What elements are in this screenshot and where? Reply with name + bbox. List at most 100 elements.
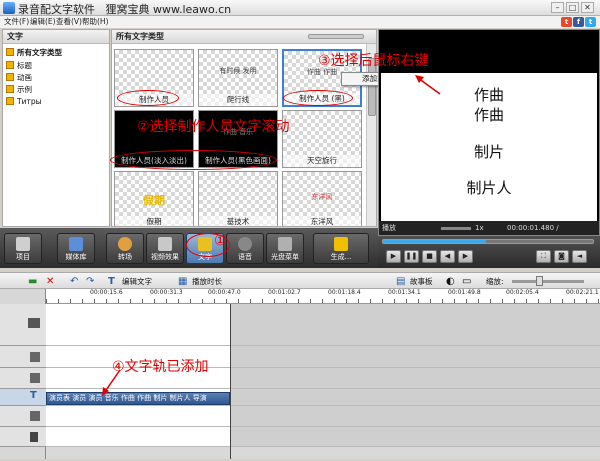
menu-view[interactable]: 查看(V): [56, 16, 82, 28]
fullscreen-button[interactable]: ⛶: [536, 250, 551, 263]
disc-menu-button[interactable]: 光盘菜单: [266, 233, 304, 264]
minimize-button[interactable]: –: [551, 2, 564, 13]
video-track-header[interactable]: [0, 304, 46, 346]
overlay-track-header[interactable]: [0, 368, 46, 389]
text-thumb-oriental[interactable]: 东洋风 东洋风: [282, 171, 362, 226]
category-all[interactable]: 所有文字类型: [6, 47, 62, 58]
menu-edit[interactable]: 编辑(E): [30, 16, 56, 28]
category-example[interactable]: 示例: [6, 84, 32, 95]
redo-icon[interactable]: ↷: [86, 273, 94, 290]
delete-icon[interactable]: ✕: [46, 273, 54, 290]
play-button[interactable]: ▶: [386, 250, 401, 263]
media-library-button[interactable]: 媒体库: [57, 233, 95, 264]
next-frame-button[interactable]: ▶: [458, 250, 473, 263]
timeline-cursor[interactable]: [230, 304, 231, 459]
text-thumb-sky-flight[interactable]: 天空旋行: [282, 110, 362, 168]
annotation-arrows: [102, 369, 121, 396]
category-titry[interactable]: Титры: [6, 96, 42, 107]
share-icon[interactable]: t: [561, 17, 572, 27]
player-controls: ▶ ❚❚ ■ ◀ ▶ ⛶ ◙ ◄: [378, 236, 600, 268]
stop-button[interactable]: ■: [422, 250, 437, 263]
voice-track-icon: [30, 432, 38, 442]
thumb-label: 天空旋行: [283, 155, 361, 167]
transition-button[interactable]: 转场: [106, 233, 144, 264]
speed-slider[interactable]: [441, 227, 471, 230]
undo-icon[interactable]: ↶: [70, 273, 78, 290]
project-button[interactable]: 项目: [4, 233, 42, 264]
video-track[interactable]: [46, 304, 230, 346]
zoom-slider[interactable]: [512, 280, 584, 283]
audio-icon[interactable]: ◐: [446, 273, 455, 290]
disc-menu-label: 光盘菜单: [271, 253, 299, 261]
menu-help[interactable]: 帮助(H): [82, 16, 109, 28]
ruler-tick: 00:00:31.3: [150, 289, 183, 296]
time-ruler[interactable]: 00:00:15.6 00:00:31.3 00:00:47.0 00:01:0…: [46, 289, 600, 304]
effect-icon: [158, 237, 172, 251]
menu-bar: 文件(F) 编辑(E) 查看(V) 帮助(H): [0, 16, 600, 28]
thumb-size-slider[interactable]: [308, 34, 364, 39]
add-track-icon[interactable]: ▬: [28, 273, 37, 290]
thumb-preview-text: 有时候 发明: [219, 67, 257, 75]
preview-line: 作曲: [473, 106, 504, 124]
video-effect-button[interactable]: 视频效果: [146, 233, 184, 264]
transition-icon: [118, 237, 132, 251]
text-thumb-holiday[interactable]: 假期 假期: [114, 171, 194, 226]
text-track-icon: T: [30, 390, 37, 401]
facebook-icon[interactable]: f: [573, 17, 584, 27]
maximize-button[interactable]: □: [566, 2, 579, 13]
playback-progress[interactable]: [382, 239, 594, 244]
site-text: 狸窝宝典 www.leawo.cn: [105, 3, 232, 16]
generate-label: 生成...: [330, 253, 352, 261]
effect-track-header[interactable]: [0, 346, 46, 368]
speed-value: 1x: [475, 224, 484, 232]
zoom-label: 缩放:: [486, 277, 504, 286]
effect-track-empty[interactable]: [230, 346, 600, 368]
twitter-icon[interactable]: t: [585, 17, 596, 27]
audio-track-empty[interactable]: [230, 406, 600, 427]
preview-label: 播放: [382, 224, 396, 232]
voice-track-header[interactable]: [0, 427, 46, 447]
text-track-empty[interactable]: [230, 389, 600, 406]
ruler-tick: 00:01:49.8: [448, 289, 481, 296]
microphone-icon: [238, 237, 252, 251]
storyboard-button[interactable]: 故事板: [410, 273, 433, 290]
timeline-toolbar: ▬ ✕ ↶ ↷ T 编辑文字 ▦ 播放时长 ▤ 故事板 ◐ ▭ 缩放:: [0, 272, 600, 289]
prev-frame-button[interactable]: ◀: [440, 250, 455, 263]
preview-line: 制片: [473, 143, 504, 161]
text-type-icon: [6, 73, 14, 81]
preview-status-bar: 播放 1x 00:00:01.480 / 00:00:03.000: [379, 221, 599, 246]
voice-button[interactable]: 语音: [226, 233, 264, 264]
zoom-slider-handle[interactable]: [536, 276, 543, 286]
voice-label: 语音: [238, 253, 252, 261]
generate-button[interactable]: 生成...: [313, 233, 369, 264]
audio-track[interactable]: [46, 406, 230, 427]
audio-track-icon: [30, 411, 40, 421]
thumb-preview-text: 假期: [143, 194, 165, 207]
duration-button[interactable]: 播放时长: [192, 273, 222, 290]
thumb-label: 爬行线: [199, 94, 277, 106]
clapperboard-icon: [16, 237, 30, 251]
monitor-icon[interactable]: ▭: [462, 273, 471, 290]
text-thumb-crawl[interactable]: 有时候 发明 爬行线: [198, 49, 278, 107]
category-title[interactable]: 标题: [6, 60, 32, 71]
menu-file[interactable]: 文件(F): [4, 16, 29, 28]
text-clip[interactable]: 演员表 演员 演员 音乐 作曲 作曲 制片 制片人 导演: [46, 392, 230, 405]
annotation-step-1: ①: [214, 233, 227, 249]
text-thumb-tech[interactable]: 基技术: [198, 171, 278, 226]
voice-track[interactable]: [46, 427, 230, 447]
volume-icon[interactable]: ◄: [572, 250, 587, 263]
annotation-ellipse-1: [117, 90, 179, 106]
overlay-track-empty[interactable]: [230, 368, 600, 389]
snapshot-icon[interactable]: ◙: [554, 250, 569, 263]
video-track-empty[interactable]: [230, 304, 600, 346]
voice-track-empty[interactable]: [230, 427, 600, 447]
annotation-arrow-3: [417, 77, 441, 95]
close-button[interactable]: ✕: [581, 2, 594, 13]
text-track-header[interactable]: T: [0, 389, 46, 406]
category-animation[interactable]: 动画: [6, 72, 32, 83]
pause-button[interactable]: ❚❚: [404, 250, 419, 263]
category-label: 动画: [17, 73, 32, 82]
storyboard-icon: ▤: [396, 276, 406, 287]
audio-track-header[interactable]: [0, 406, 46, 427]
edit-text-button[interactable]: 编辑文字: [122, 273, 152, 290]
